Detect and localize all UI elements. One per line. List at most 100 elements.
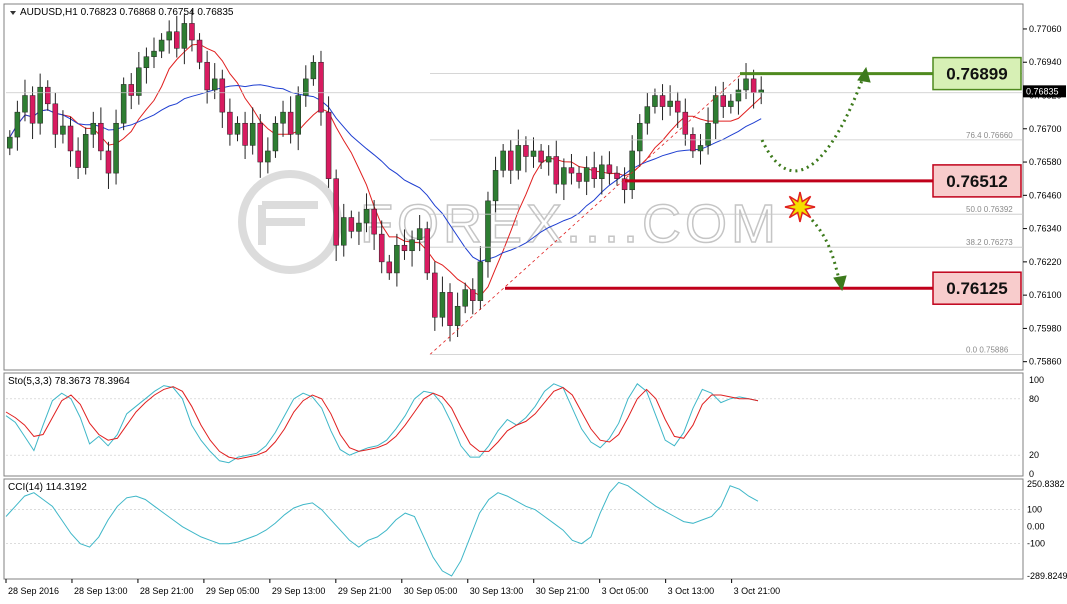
candle-body xyxy=(614,172,620,179)
price-tick-label: 0.76220 xyxy=(1029,257,1062,267)
candle-body xyxy=(682,111,689,135)
candle-body xyxy=(67,125,74,152)
candle-body xyxy=(90,122,97,135)
candle-body xyxy=(568,167,575,174)
candle-body xyxy=(333,178,339,246)
candle-body xyxy=(318,61,324,113)
time-tick-label: 29 Sep 13:00 xyxy=(272,586,326,596)
candle-body xyxy=(242,122,248,146)
price-tick-label: 0.75860 xyxy=(1029,357,1062,367)
cci-panel-frame xyxy=(3,478,1024,580)
price-tick-label: 0.75980 xyxy=(1029,323,1062,333)
candle-body xyxy=(561,167,567,185)
resistance-label-text: 0.76899 xyxy=(946,65,1007,84)
cci-header: CCI(14) 114.3192 xyxy=(8,482,87,493)
candle-body xyxy=(606,164,613,174)
main-panel-frame xyxy=(3,3,1024,371)
price-tick-label: 0.76940 xyxy=(1029,57,1062,67)
candle-body xyxy=(728,100,734,107)
candle-body xyxy=(151,50,157,57)
candle-body xyxy=(659,95,666,107)
price-tick-label: 0.76580 xyxy=(1029,157,1062,167)
candle-body xyxy=(416,228,423,240)
candle-body xyxy=(158,39,165,52)
candle-body xyxy=(750,78,757,93)
candle-body xyxy=(530,150,537,157)
candle-body xyxy=(52,103,59,135)
candle-body xyxy=(409,239,415,252)
candle-body xyxy=(196,39,203,63)
candle-body xyxy=(583,167,590,182)
candle-body xyxy=(7,136,13,149)
time-tick-label: 3 Oct 05:00 xyxy=(602,586,649,596)
candle-body xyxy=(265,150,271,163)
stoch-axis-label: 20 xyxy=(1029,450,1039,460)
candle-body xyxy=(500,150,506,171)
candle-body xyxy=(644,106,651,124)
stoch-axis-label: 80 xyxy=(1029,394,1039,404)
current-price-label: 0.76835 xyxy=(1026,86,1059,96)
candle-body xyxy=(401,244,408,252)
candle-body xyxy=(204,61,210,91)
price-tick-label: 0.76700 xyxy=(1029,124,1062,134)
time-tick-label: 30 Sep 13:00 xyxy=(470,586,524,596)
candle-body xyxy=(674,100,681,113)
candle-body xyxy=(667,100,673,107)
candle-body xyxy=(82,134,89,168)
breakout-burst-icon xyxy=(784,191,816,223)
candle-body xyxy=(325,111,332,179)
price-tick-label: 0.76460 xyxy=(1029,190,1062,200)
candle-body xyxy=(454,305,461,326)
candle-body xyxy=(257,122,264,163)
candle-body xyxy=(310,61,317,80)
time-tick-label: 28 Sep 2016 xyxy=(8,586,59,596)
candle-body xyxy=(75,150,81,168)
candle-body xyxy=(394,244,400,274)
candle-body xyxy=(174,31,180,49)
cci-axis-label: -100 xyxy=(1027,539,1045,549)
candle-body xyxy=(515,145,522,171)
candle-body xyxy=(211,78,218,91)
candle-body xyxy=(189,23,195,41)
candle-body xyxy=(22,95,28,113)
candle-body xyxy=(280,111,286,124)
time-tick-label: 28 Sep 21:00 xyxy=(140,586,194,596)
time-tick-label: 29 Sep 05:00 xyxy=(206,586,260,596)
candle-body xyxy=(462,289,468,307)
candle-body xyxy=(227,111,233,135)
candle-body xyxy=(470,289,476,301)
fib-level-label: 0.0 0.75886 xyxy=(966,345,1009,354)
candle-body xyxy=(705,122,711,146)
candle-body xyxy=(545,156,552,163)
candle-body xyxy=(356,222,362,232)
candle-body xyxy=(98,122,104,152)
candle-body xyxy=(363,208,370,224)
candle-body xyxy=(523,145,529,157)
stoch-header: Sto(5,3,3) 78.3673 78.3964 xyxy=(8,376,130,387)
candle-body xyxy=(637,122,643,152)
cci-axis-label: 250.8382 xyxy=(1027,479,1065,489)
time-tick-label: 30 Sep 21:00 xyxy=(536,586,590,596)
time-tick-label: 29 Sep 21:00 xyxy=(338,586,392,596)
candle-body xyxy=(249,122,256,146)
candle-body xyxy=(720,95,727,107)
support-label-text: 0.76125 xyxy=(946,279,1007,298)
candle-body xyxy=(439,292,446,318)
candle-body xyxy=(143,56,150,69)
candle-body xyxy=(758,89,764,93)
candle-body xyxy=(166,31,172,41)
stoch-axis-label: 0 xyxy=(1029,469,1034,479)
candle-body xyxy=(120,84,127,124)
fib-level-label: 50.0 0.76392 xyxy=(966,205,1013,214)
time-tick-label: 3 Oct 13:00 xyxy=(668,586,715,596)
stoch-panel-frame xyxy=(3,372,1024,477)
candle-body xyxy=(507,150,514,171)
price-tick-label: 0.76100 xyxy=(1029,290,1062,300)
pivot-label-text: 0.76512 xyxy=(946,172,1007,191)
candle-body xyxy=(424,228,430,274)
stoch-axis-label: 100 xyxy=(1029,375,1044,385)
candle-body xyxy=(234,122,241,135)
candle-body xyxy=(14,111,21,138)
symbol-header: AUDUSD,H1 0.76823 0.76868 0.76754 0.7683… xyxy=(20,7,234,18)
candle-body xyxy=(386,261,393,274)
